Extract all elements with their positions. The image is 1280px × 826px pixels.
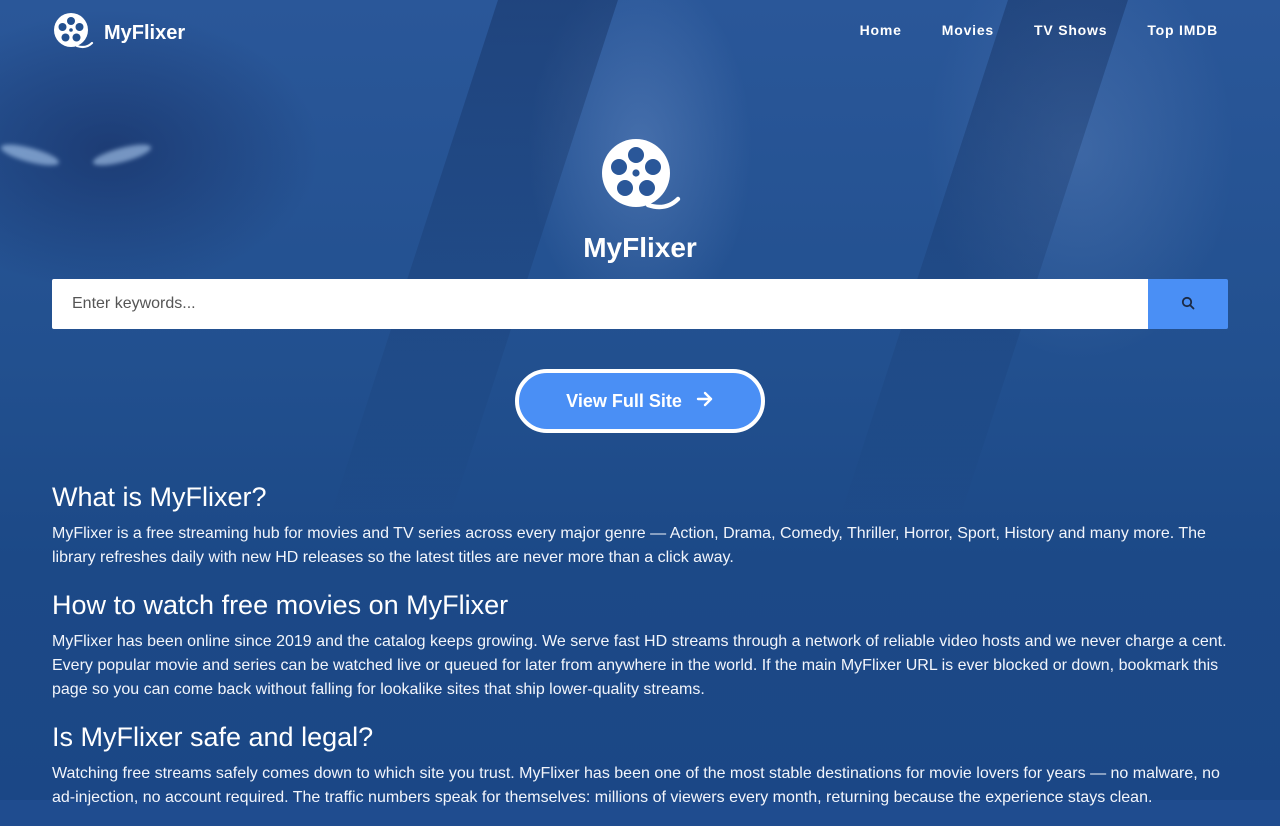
section-body: Watching free streams safely comes down … <box>52 765 1220 806</box>
search-form <box>52 279 1228 329</box>
cta-label: View Full Site <box>566 390 682 411</box>
info-content: What is MyFlixer? MyFlixer is a free str… <box>52 478 1232 826</box>
section-heading: How to watch free movies on MyFlixer <box>52 590 509 620</box>
nav-home[interactable]: Home <box>840 22 922 38</box>
film-reel-icon <box>52 12 94 55</box>
brand-link[interactable]: MyFlixer <box>52 12 185 55</box>
main-menu: Home Movies TV Shows Top IMDB <box>840 0 1228 60</box>
arrow-right-icon <box>696 391 714 412</box>
brand-name: MyFlixer <box>104 22 186 44</box>
nav-movies[interactable]: Movies <box>922 22 1014 38</box>
search-input[interactable] <box>52 279 1148 329</box>
top-navbar: MyFlixer Home Movies TV Shows Top IMDB <box>0 0 1280 60</box>
search-icon <box>1181 296 1195 313</box>
film-reel-icon <box>598 136 682 219</box>
section-heading: What is MyFlixer? <box>52 482 267 512</box>
hero-title: MyFlixer <box>583 232 697 263</box>
search-button[interactable] <box>1148 279 1228 329</box>
nav-tv-shows[interactable]: TV Shows <box>1014 22 1127 38</box>
section-body: MyFlixer is a free streaming hub for mov… <box>52 525 1206 566</box>
section-body: MyFlixer has been online since 2019 and … <box>52 633 1227 698</box>
section-heading: Is MyFlixer safe and legal? <box>52 722 374 752</box>
nav-top-imdb[interactable]: Top IMDB <box>1127 22 1228 38</box>
view-full-site-button[interactable]: View Full Site <box>515 369 765 433</box>
